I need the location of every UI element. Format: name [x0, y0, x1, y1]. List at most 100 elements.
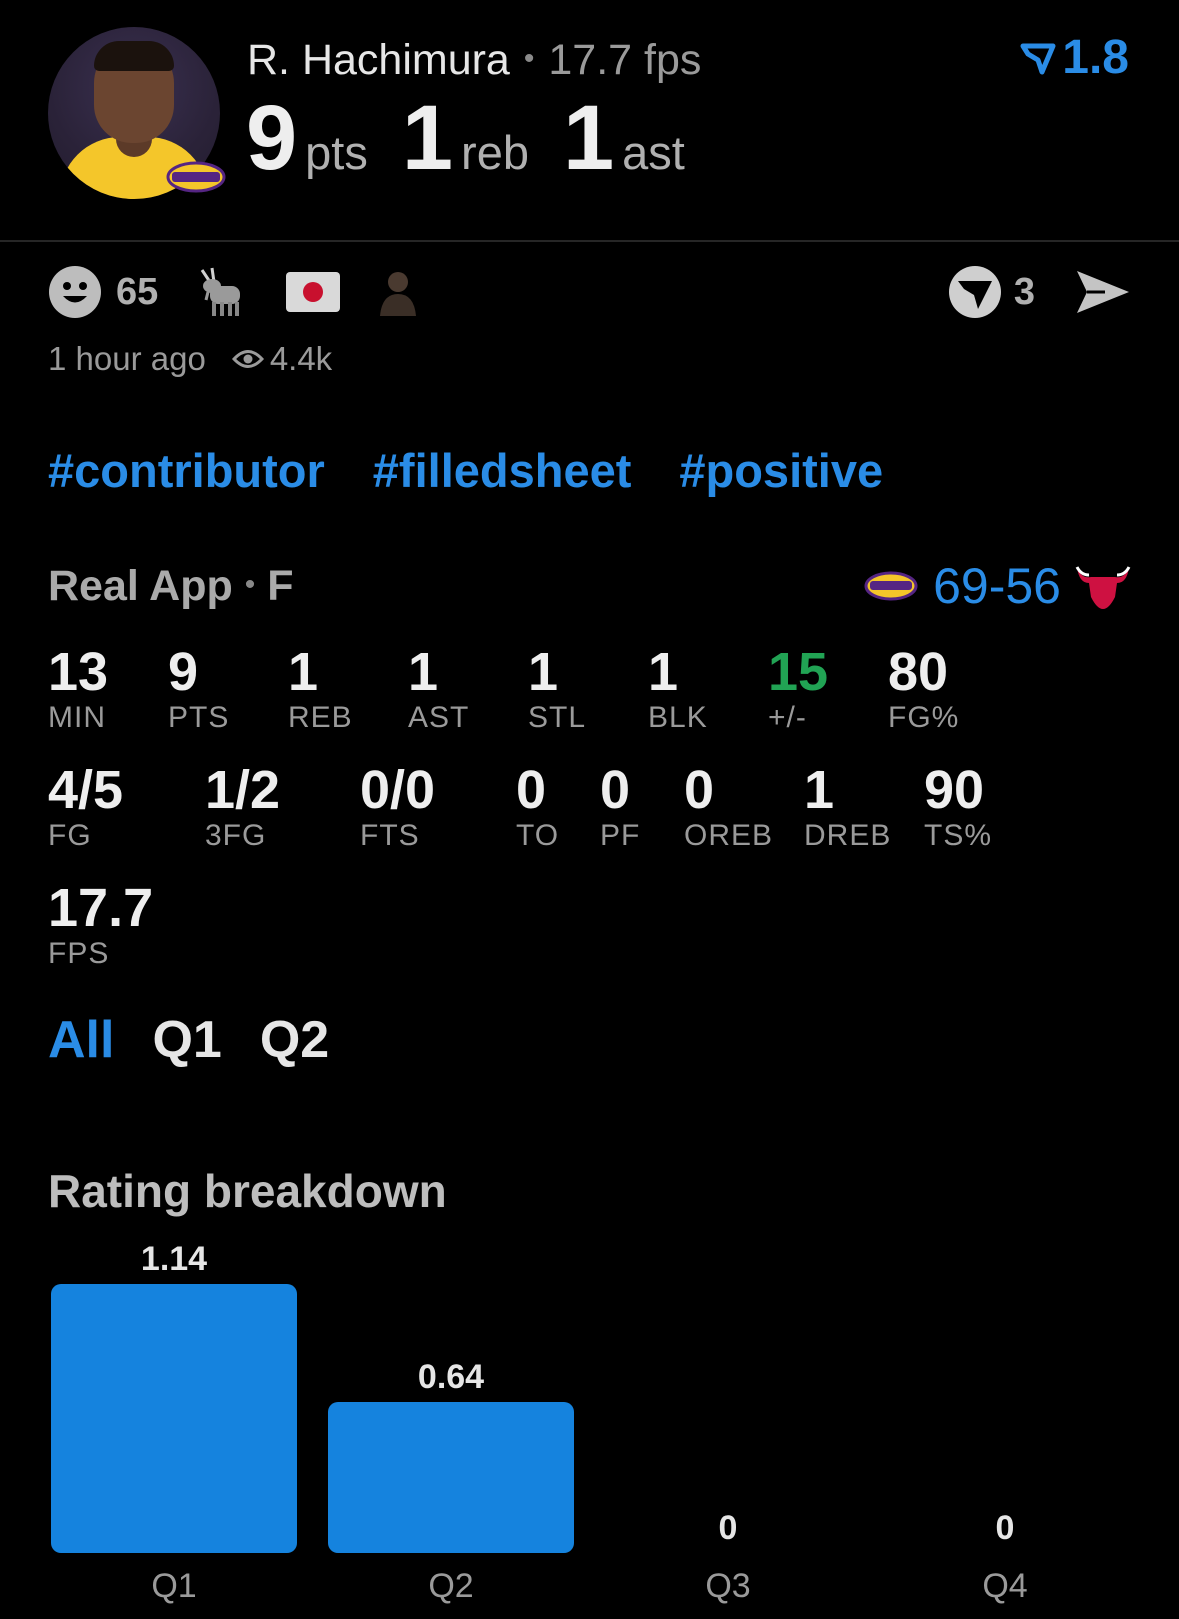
goat-reaction[interactable] [194, 264, 250, 320]
goat-icon [201, 267, 241, 316]
category-label: Q3 [705, 1567, 750, 1605]
separator-dot: • [244, 568, 256, 601]
stat-value: 1 [804, 760, 835, 820]
stat-label: FG [48, 819, 92, 852]
stat-label: PTS [168, 701, 230, 734]
stat-3fg: 1/2 3FG [205, 762, 280, 854]
tab-q2[interactable]: Q2 [260, 1010, 329, 1070]
rating-arrow-icon [1020, 43, 1056, 75]
score-home: 69 [933, 558, 989, 614]
reb-value: 1 [401, 87, 454, 189]
stat-to: 0 TO [516, 762, 559, 854]
stat-pts: 9 PTS [168, 644, 229, 736]
tab-all[interactable]: All [48, 1010, 114, 1070]
stat-value: 15 [768, 642, 829, 702]
player-name[interactable]: R. Hachimura [247, 36, 510, 84]
hashtag-positive[interactable]: #positive [679, 443, 883, 498]
smiley-reaction[interactable]: 65 [48, 265, 158, 319]
person-reaction[interactable] [376, 268, 420, 316]
stat-value: 13 [48, 642, 109, 702]
stat-fg-pct: 80 FG% [888, 644, 959, 736]
stat-ts-pct: 90 TS% [924, 762, 992, 854]
stat-dreb: 1 DREB [804, 762, 891, 854]
japan-flag-icon [286, 272, 341, 312]
stat-label: DREB [804, 819, 892, 852]
stat-value: 0 [516, 760, 547, 820]
bar-value-label: 0.64 [418, 1358, 484, 1396]
stat-value: 80 [888, 642, 949, 702]
bulls-logo-icon [1075, 566, 1131, 609]
stat-value: 1/2 [205, 760, 281, 820]
stat-value: 1 [288, 642, 319, 702]
score-away: 56 [1005, 558, 1061, 614]
bar-value-label: 0 [996, 1509, 1015, 1547]
bar-q1[interactable] [51, 1284, 297, 1553]
player-header: R. Hachimura • 17.7 fps 9 pts 1 reb 1 ast 1.8 [0, 0, 1179, 242]
header-divider [0, 240, 1179, 242]
smiley-count: 65 [116, 270, 159, 313]
stat-ast: 1 AST [408, 644, 469, 736]
stat-value: 1 [408, 642, 439, 702]
stat-reb: 1 REB [288, 644, 353, 736]
post-actions: 3 [948, 262, 1131, 322]
stat-label: FTS [360, 819, 420, 852]
stat-value: 9 [168, 642, 199, 702]
stat-blk: 1 BLK [648, 644, 708, 736]
stat-label: 3FG [205, 819, 267, 852]
send-icon[interactable] [1075, 267, 1131, 317]
pts-value: 9 [246, 87, 298, 189]
hashtag-list: #contributor #filledsheet #positive [48, 443, 931, 498]
stat-label: STL [528, 701, 587, 734]
player-name-line: R. Hachimura • 17.7 fps [247, 33, 701, 86]
pts-label: pts [305, 126, 368, 179]
bar-value-label: 0 [719, 1509, 738, 1547]
game-score[interactable]: 69-56 [863, 558, 1131, 614]
stat-value: 0 [600, 760, 631, 820]
reactions-bar: 65 [48, 262, 456, 322]
eye-icon [231, 350, 264, 368]
stat-value: 90 [924, 760, 985, 820]
stat-label: AST [408, 701, 470, 734]
japan-flag-reaction[interactable] [286, 272, 341, 312]
rating-breakdown-chart: 1.14 Q1 0.64 Q2 0 Q3 0 Q4 [51, 1240, 1028, 1605]
hashtag-filledsheet[interactable]: #filledsheet [373, 443, 632, 498]
person-emoji-icon [380, 272, 417, 316]
game-source: Real App [48, 562, 233, 610]
stat-value: 17.7 [48, 878, 154, 938]
stat-plus-minus: 15 +/- [768, 644, 828, 736]
bar-q2[interactable] [328, 1401, 574, 1553]
stat-label: REB [288, 701, 353, 734]
score-value: 69-56 [933, 558, 1061, 614]
vote-count: 3 [1013, 270, 1035, 313]
stat-label: MIN [48, 701, 106, 734]
game-source-line: Real App • F [48, 562, 294, 611]
vote-icon[interactable] [948, 265, 1002, 319]
stat-fg: 4/5 FG [48, 762, 123, 854]
tab-q1[interactable]: Q1 [152, 1010, 221, 1070]
stat-oreb: 0 OREB [684, 762, 773, 854]
rating-badge[interactable]: 1.8 [1020, 32, 1129, 84]
stat-label: FG% [888, 701, 960, 734]
bar-value-label: 1.14 [141, 1240, 207, 1278]
stat-value: 0 [684, 760, 715, 820]
category-label: Q1 [151, 1567, 196, 1605]
player-statline: 9 pts 1 reb 1 ast [246, 92, 719, 184]
ast-value: 1 [562, 87, 615, 189]
lakers-logo-icon [166, 161, 226, 193]
post-meta: 1 hour ago 4.4k [48, 340, 332, 378]
views-value: 4.4k [269, 340, 333, 377]
stat-fps: 17.7 FPS [48, 880, 153, 972]
stat-pf: 0 PF [600, 762, 640, 854]
hashtag-contributor[interactable]: #contributor [48, 443, 325, 498]
view-count: 4.4k [231, 340, 333, 378]
separator-dot: • [523, 42, 535, 75]
avatar-hair [94, 41, 174, 71]
stat-label: PF [600, 819, 641, 852]
stat-label: +/- [768, 701, 807, 734]
stat-value: 4/5 [48, 760, 124, 820]
stat-value: 1 [648, 642, 679, 702]
stat-label: FPS [48, 937, 110, 970]
time-ago: 1 hour ago [48, 340, 206, 377]
stat-label: OREB [684, 819, 774, 852]
category-label: Q2 [428, 1567, 473, 1605]
